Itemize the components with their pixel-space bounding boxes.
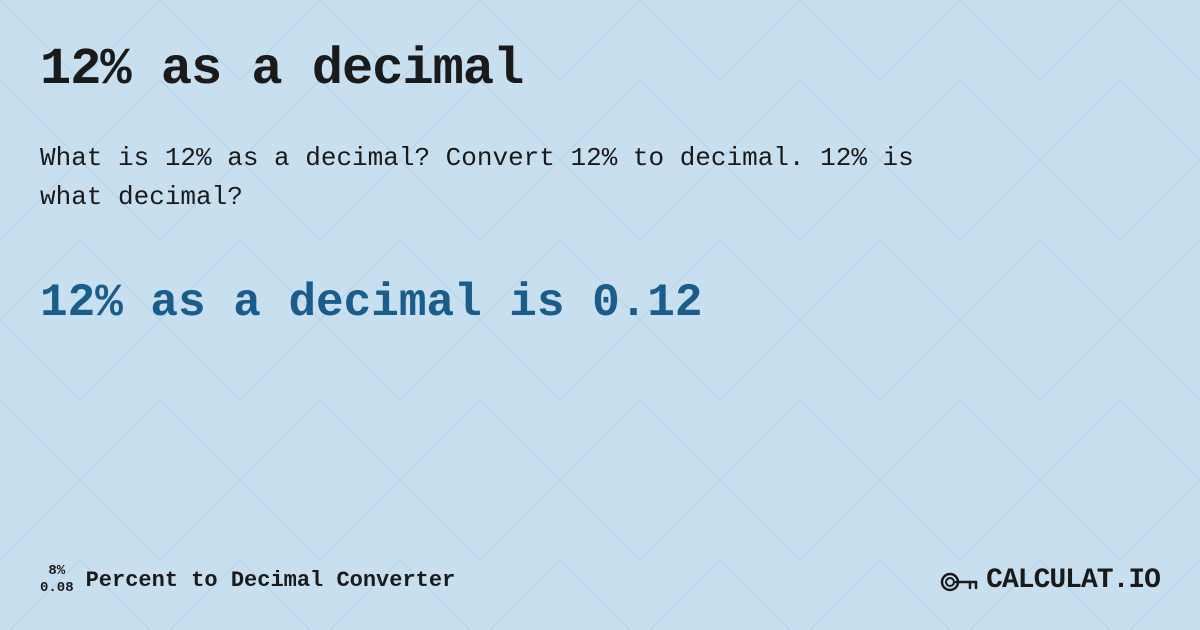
page-title: 12% as a decimal <box>40 40 1160 99</box>
footer-logo-area: CALCULAT.IO <box>938 560 1160 600</box>
percent-bottom: 0.08 <box>40 580 74 597</box>
percent-stack: 8% 0.08 <box>40 563 74 597</box>
footer-label: Percent to Decimal Converter <box>86 568 456 593</box>
calculator-icon <box>938 560 978 600</box>
percent-top: 8% <box>48 563 65 580</box>
page-description: What is 12% as a decimal? Convert 12% to… <box>40 139 940 217</box>
result-heading: 12% as a decimal is 0.12 <box>40 277 1160 329</box>
calculat-logo: CALCULAT.IO <box>986 565 1160 596</box>
footer-left: 8% 0.08 Percent to Decimal Converter <box>40 563 455 597</box>
footer: 8% 0.08 Percent to Decimal Converter CAL… <box>40 560 1160 600</box>
